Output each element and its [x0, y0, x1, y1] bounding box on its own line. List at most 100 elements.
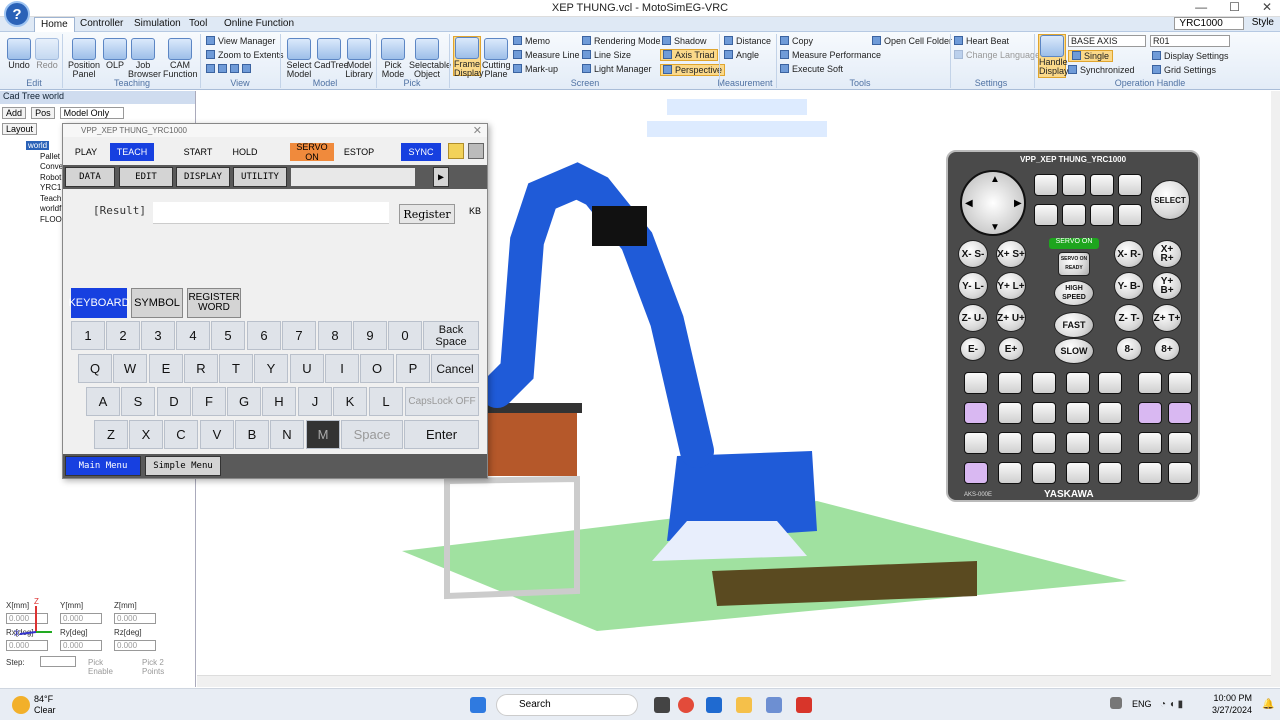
key-j[interactable]: J: [298, 387, 332, 416]
key-h[interactable]: H: [262, 387, 296, 416]
menu-edit[interactable]: EDIT: [119, 167, 173, 187]
menu-utility[interactable]: UTILITY: [233, 167, 287, 187]
key-l[interactable]: L: [369, 387, 403, 416]
filter-select[interactable]: Model Only: [59, 107, 125, 119]
pick-enable-checkbox[interactable]: Pick Enable: [88, 658, 113, 676]
angle-button[interactable]: Angle: [724, 50, 759, 60]
num-5-key[interactable]: [1066, 402, 1090, 424]
horizontal-scrollbar[interactable]: [197, 675, 1271, 687]
jog-key[interactable]: E+: [998, 337, 1024, 361]
fwd-key[interactable]: [1168, 402, 1192, 424]
key-4[interactable]: 4: [176, 321, 210, 350]
mark-up-button[interactable]: Mark-up: [513, 64, 558, 74]
menu-data[interactable]: DATA: [65, 167, 115, 187]
test-start-key[interactable]: [1138, 372, 1162, 394]
layout-key[interactable]: [1034, 174, 1058, 196]
num-3-key[interactable]: [1098, 432, 1122, 454]
cadtree-button[interactable]: CadTree: [314, 38, 349, 70]
register-button[interactable]: Register: [399, 204, 455, 224]
key-o[interactable]: O: [360, 354, 394, 383]
cancel-key[interactable]: [1118, 204, 1142, 226]
trash-icon[interactable]: [468, 143, 484, 159]
ry-field[interactable]: 0.000: [60, 640, 102, 651]
rendering-mode-button[interactable]: Rendering Mode: [582, 36, 661, 46]
redo-button[interactable]: Redo: [34, 38, 60, 70]
key-n[interactable]: N: [270, 420, 304, 449]
heart-beat-button[interactable]: Heart Beat: [954, 36, 1009, 46]
num-6-key[interactable]: [1098, 402, 1122, 424]
slow-key[interactable]: SLOW: [1054, 338, 1094, 364]
key-y[interactable]: Y: [254, 354, 288, 383]
jog-key[interactable]: E-: [960, 337, 986, 361]
file-explorer-icon[interactable]: [736, 697, 752, 713]
windows-start-icon[interactable]: [470, 697, 486, 713]
interlock-key[interactable]: [998, 372, 1022, 394]
line-size-button[interactable]: Line Size: [582, 50, 631, 60]
task-view-icon[interactable]: [654, 697, 670, 713]
main-menu-key[interactable]: [1034, 204, 1058, 226]
frame-display-button[interactable]: Frame Display: [453, 36, 484, 78]
olp-button[interactable]: OLP: [103, 38, 127, 70]
notification-icon[interactable]: 🔔: [1262, 699, 1274, 710]
key-6[interactable]: 6: [247, 321, 281, 350]
area-key[interactable]: [1118, 174, 1142, 196]
key-c[interactable]: C: [164, 420, 198, 449]
num-2-key[interactable]: [1066, 432, 1090, 454]
arrow-up-icon[interactable]: ▲: [990, 174, 1000, 185]
rotate-key[interactable]: X+ R+: [1152, 240, 1182, 268]
change-language-button[interactable]: Change Language: [954, 50, 1040, 60]
axis-triad-button[interactable]: Axis Triad: [660, 49, 718, 61]
rotate-key[interactable]: 8-: [1116, 337, 1142, 361]
jog-key[interactable]: Y+ L+: [996, 272, 1026, 300]
network-volume-icons[interactable]: ◔ ◖ ▮: [1160, 699, 1183, 710]
step-select[interactable]: [40, 656, 76, 667]
key-a[interactable]: A: [86, 387, 120, 416]
rx-field[interactable]: 0.000: [6, 640, 48, 651]
rz-field[interactable]: 0.000: [114, 640, 156, 651]
backspace-key[interactable]: Back Space: [423, 321, 479, 350]
aux-key[interactable]: [964, 462, 988, 484]
enter-key[interactable]: Enter: [404, 420, 479, 449]
key-m[interactable]: M: [306, 420, 340, 449]
view-manager-button[interactable]: View Manager: [206, 36, 275, 46]
undo-button[interactable]: Undo: [6, 38, 32, 70]
key-v[interactable]: V: [200, 420, 234, 449]
tab-home[interactable]: Home: [34, 17, 75, 32]
key-u[interactable]: U: [290, 354, 324, 383]
robot-key[interactable]: [964, 402, 988, 424]
rotate-key[interactable]: Z- T-: [1114, 304, 1144, 332]
high-speed-key[interactable]: HIGH SPEED: [1054, 280, 1094, 306]
key-w[interactable]: W: [113, 354, 147, 383]
simple-menu-button[interactable]: Simple Menu: [145, 456, 221, 476]
chrome-icon[interactable]: [678, 697, 694, 713]
tab-controller[interactable]: Controller: [80, 17, 123, 32]
light-manager-button[interactable]: Light Manager: [582, 64, 652, 74]
motosim-icon[interactable]: [766, 697, 782, 713]
z-field[interactable]: 0.000: [114, 613, 156, 624]
key-e[interactable]: E: [149, 354, 183, 383]
add-button[interactable]: Add: [2, 107, 27, 119]
zoom-extents-button[interactable]: Zoom to Extents: [206, 50, 284, 60]
menu-display[interactable]: DISPLAY: [176, 167, 230, 187]
cutting-plane-button[interactable]: Cutting Plane: [482, 38, 511, 79]
key-b[interactable]: B: [235, 420, 269, 449]
key-p[interactable]: P: [396, 354, 430, 383]
close-icon[interactable]: ✕: [473, 124, 482, 137]
estop-button[interactable]: ESTOP: [342, 143, 376, 161]
outlook-icon[interactable]: [706, 697, 722, 713]
clock-time[interactable]: 10:00 PM: [1212, 693, 1252, 703]
play-arrow-icon[interactable]: ▶: [433, 167, 449, 187]
key-1[interactable]: 1: [71, 321, 105, 350]
num-4-key[interactable]: [1032, 402, 1056, 424]
key-d[interactable]: D: [157, 387, 191, 416]
distance-button[interactable]: Distance: [724, 36, 771, 46]
key-7[interactable]: 7: [282, 321, 316, 350]
close-icon[interactable]: ✕: [1262, 0, 1272, 14]
copy-button[interactable]: Copy: [780, 36, 813, 46]
app-help-icon[interactable]: ?: [4, 1, 30, 27]
servo-ready-key[interactable]: SERVO ON READY: [1058, 252, 1090, 276]
insert-key[interactable]: [1168, 432, 1192, 454]
inform-list-key[interactable]: [998, 402, 1022, 424]
pos-button[interactable]: Pos: [31, 107, 55, 119]
selectable-object-button[interactable]: Selectable Object: [409, 38, 451, 79]
